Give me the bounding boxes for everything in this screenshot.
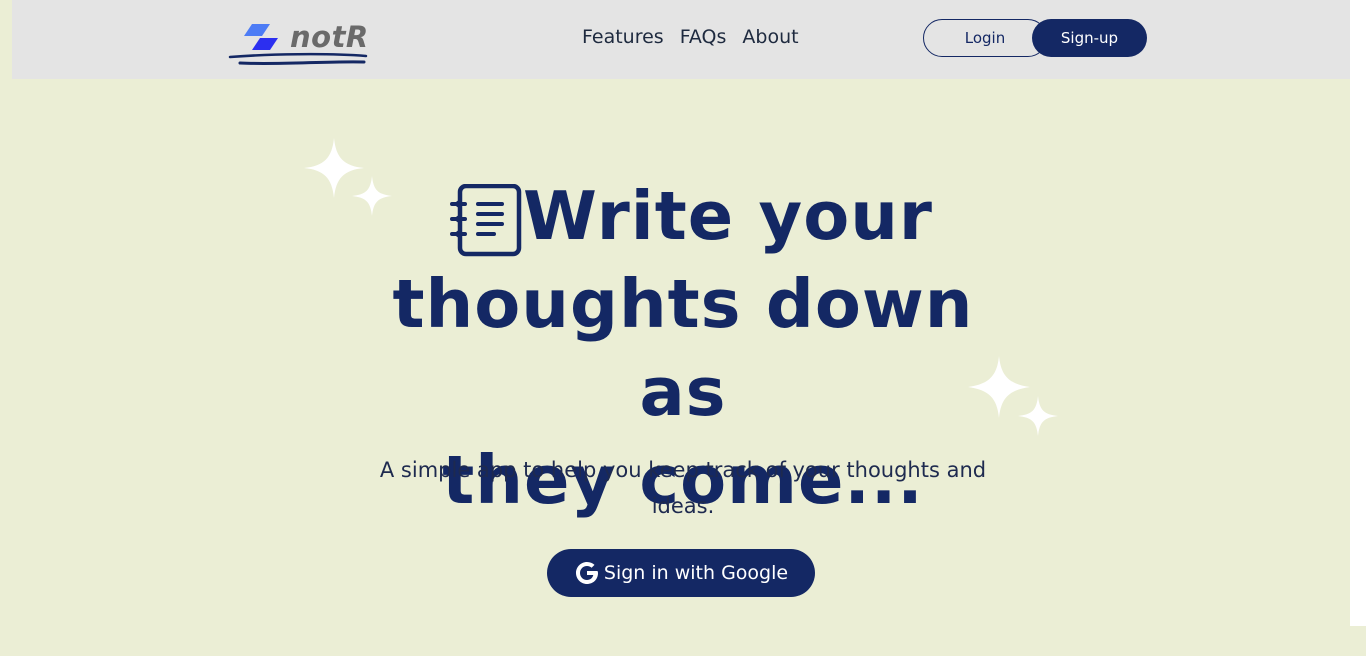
brand-logo[interactable]: notR <box>228 18 370 70</box>
scrollbar-track[interactable] <box>1350 0 1366 626</box>
logo-underline-icon <box>228 52 368 66</box>
nav-link-faqs[interactable]: FAQs <box>680 26 727 48</box>
brand-name: notR <box>290 20 369 54</box>
signup-button[interactable]: Sign-up <box>1032 19 1147 57</box>
hero-title-line-2: thoughts down as <box>392 265 974 431</box>
nav-link-about[interactable]: About <box>742 26 798 48</box>
login-button[interactable]: Login <box>923 19 1047 57</box>
google-signin-button[interactable]: Sign in with Google <box>547 549 815 597</box>
navbar: notR Features FAQs About Login Sign-up <box>12 0 1350 79</box>
nav-link-features[interactable]: Features <box>582 26 664 48</box>
google-signin-label: Sign in with Google <box>603 562 789 584</box>
hero-title-line-1: Write your <box>523 177 933 255</box>
nav-links: Features FAQs About <box>582 26 799 48</box>
google-icon <box>575 562 598 584</box>
hero-subtitle: A simple app to help you keep track of y… <box>379 458 987 518</box>
logo-mark-icon <box>244 24 278 50</box>
